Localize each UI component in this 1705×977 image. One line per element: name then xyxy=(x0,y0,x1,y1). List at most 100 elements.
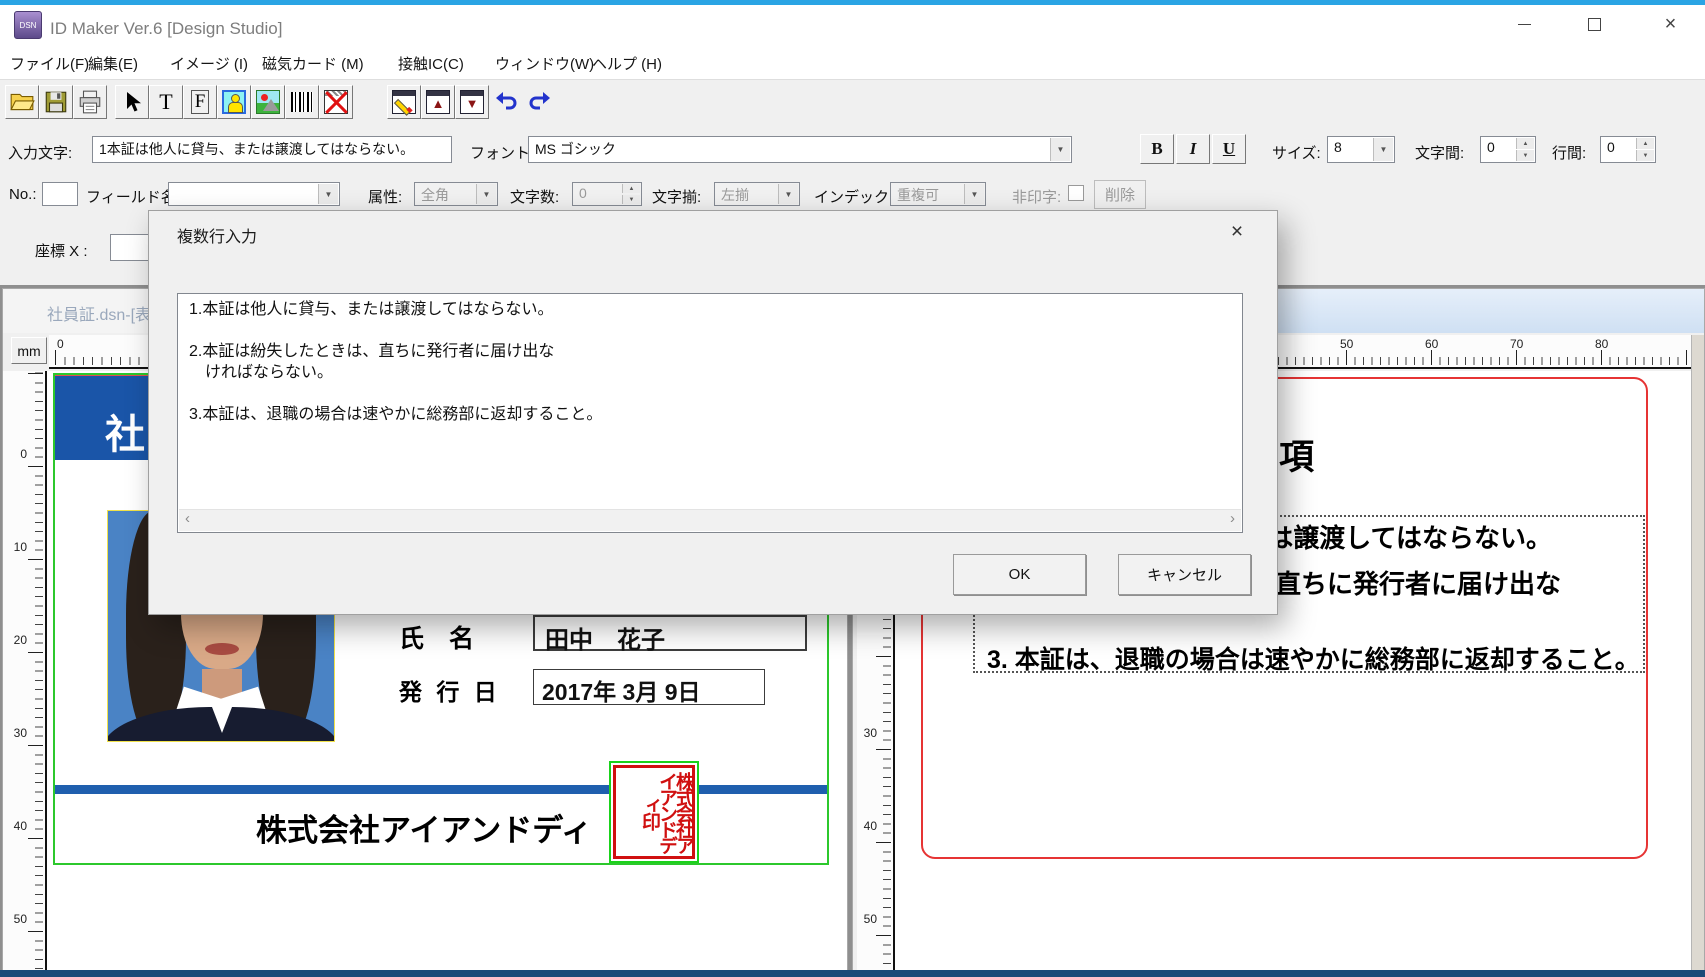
field-tool-button[interactable]: F xyxy=(183,85,217,119)
dialog-close-button[interactable]: × xyxy=(1215,215,1259,249)
spin-down-icon[interactable]: ▼ xyxy=(1516,150,1534,161)
ruler-label: 70 xyxy=(1510,337,1523,351)
multiline-input-dialog: 複数行入力 × 1.本証は他人に貸与、または譲渡してはならない。 2.本証は紛失… xyxy=(148,210,1278,615)
company-name-text[interactable]: 株式会社アイアンドディ xyxy=(256,805,592,850)
close-button[interactable]: × xyxy=(1636,5,1705,44)
spin-down-icon: ▼ xyxy=(622,195,640,204)
unit-mm-label: mm xyxy=(17,343,40,359)
image-tool-button[interactable] xyxy=(251,85,285,119)
italic-button[interactable]: I xyxy=(1176,134,1210,164)
undo-button[interactable] xyxy=(489,85,523,119)
menu-magcard[interactable]: 磁気カード (M) xyxy=(262,53,364,74)
spin-down-icon[interactable]: ▼ xyxy=(1636,150,1654,161)
cursor-icon xyxy=(120,90,144,114)
index-value: 重複可 xyxy=(897,187,939,203)
minimize-button[interactable] xyxy=(1496,5,1552,44)
scroll-right-icon[interactable]: › xyxy=(1230,510,1235,527)
char-spacing-stepper[interactable]: 0 ▲ ▼ xyxy=(1480,136,1536,163)
ruler-label: 0 xyxy=(57,337,64,351)
photo-tool-button[interactable] xyxy=(217,85,251,119)
spin-up-icon: ▲ xyxy=(622,184,640,193)
dialog-h-scrollbar[interactable]: ‹ › xyxy=(179,509,1241,531)
bold-label: B xyxy=(1151,139,1162,159)
bold-button[interactable]: B xyxy=(1140,134,1174,164)
size-combobox[interactable]: 8 ▼ xyxy=(1327,136,1395,163)
spin-up-icon[interactable]: ▲ xyxy=(1516,138,1534,149)
scroll-left-icon[interactable]: ‹ xyxy=(185,510,190,527)
bottom-edge-strip xyxy=(0,970,1705,977)
text-tool-button[interactable]: T xyxy=(149,85,183,119)
open-file-button[interactable] xyxy=(5,85,39,119)
attribute-label: 属性: xyxy=(368,186,402,207)
chevron-down-icon: ▼ xyxy=(778,184,798,204)
menu-window[interactable]: ウィンドウ(W) xyxy=(495,53,594,74)
line-spacing-stepper[interactable]: 0 ▲ ▼ xyxy=(1600,136,1656,163)
chevron-down-icon[interactable]: ▼ xyxy=(318,184,338,204)
company-seal-stamp[interactable]: 株式会社アイアンドディ印 xyxy=(609,761,699,863)
ruler-label: 0 xyxy=(20,447,27,461)
save-icon xyxy=(43,89,69,115)
load-back-button[interactable]: ▼ xyxy=(455,85,489,119)
field-tool-icon: F xyxy=(191,90,210,114)
char-count-value: 0 xyxy=(579,185,587,201)
issue-date-label[interactable]: 発 行 日 xyxy=(399,673,501,707)
ruler-label: 30 xyxy=(864,726,877,740)
app-window: DSN ID Maker Ver.6 [Design Studio] × ファイ… xyxy=(0,0,1705,977)
char-count-stepper: 0 ▲ ▼ xyxy=(572,182,642,206)
barcode-tool-button[interactable] xyxy=(285,85,319,119)
maximize-button[interactable] xyxy=(1566,5,1622,44)
menu-edit[interactable]: 編集(E) xyxy=(88,53,138,74)
ruler-label: 40 xyxy=(864,819,877,833)
undo-icon xyxy=(494,90,518,114)
print-icon xyxy=(77,89,103,115)
spin-up-icon[interactable]: ▲ xyxy=(1636,138,1654,149)
select-cursor-button[interactable] xyxy=(115,85,149,119)
print-button[interactable] xyxy=(73,85,107,119)
delete-button: 削除 xyxy=(1094,180,1146,209)
char-spacing-label: 文字間: xyxy=(1415,142,1464,163)
chevron-down-icon[interactable]: ▼ xyxy=(1373,138,1393,161)
menu-contact-ic[interactable]: 接触IC(C) xyxy=(398,53,464,74)
size-value: 8 xyxy=(1334,139,1342,155)
chevron-down-icon[interactable]: ▼ xyxy=(1050,138,1070,161)
input-text-field[interactable]: 1本証は他人に貸与、または譲渡してはならない。 xyxy=(92,136,452,163)
underline-label: U xyxy=(1223,139,1235,159)
delete-image-button[interactable] xyxy=(319,85,353,119)
ruler-label: 80 xyxy=(1595,337,1608,351)
line-spacing-label: 行間: xyxy=(1552,142,1586,163)
menu-file[interactable]: ファイル(F) xyxy=(10,53,89,74)
unit-mm-button[interactable]: mm xyxy=(11,337,47,364)
no-field[interactable] xyxy=(42,182,78,206)
ok-label: OK xyxy=(1009,566,1031,583)
ruler-label: 50 xyxy=(864,912,877,926)
ok-button[interactable]: OK xyxy=(953,554,1086,595)
photo-tool-icon xyxy=(222,90,246,114)
ruler-label: 60 xyxy=(1425,337,1438,351)
name-field-box[interactable]: 田中 花子 xyxy=(533,615,807,651)
font-combobox[interactable]: MS ゴシック ▼ xyxy=(528,136,1072,163)
field-name-combobox[interactable]: ▼ xyxy=(168,182,340,206)
align-value: 左揃 xyxy=(721,187,749,203)
ruler-label: 40 xyxy=(14,819,27,833)
save-button[interactable] xyxy=(39,85,73,119)
dialog-text: 1.本証は他人に貸与、または譲渡してはならない。 2.本証は紛失したときは、直ち… xyxy=(178,294,1242,510)
ruler-label: 50 xyxy=(1340,337,1353,351)
issue-date-box[interactable]: 2017年 3月 9日 xyxy=(533,669,765,705)
edit-window-button[interactable] xyxy=(387,85,421,119)
open-file-icon xyxy=(9,89,35,115)
close-icon: × xyxy=(1231,220,1243,244)
menu-image[interactable]: イメージ (I) xyxy=(170,53,248,74)
back-window-right-strip[interactable] xyxy=(1691,335,1704,976)
text-tool-icon: T xyxy=(159,89,172,115)
dialog-textarea[interactable]: 1.本証は他人に貸与、または譲渡してはならない。 2.本証は紛失したときは、直ち… xyxy=(177,293,1243,533)
cancel-button[interactable]: キャンセル xyxy=(1118,554,1251,595)
menu-help[interactable]: ヘルプ (H) xyxy=(592,53,662,74)
load-front-button[interactable]: ▲ xyxy=(421,85,455,119)
edit-window-icon xyxy=(392,90,416,114)
char-spacing-value: 0 xyxy=(1487,139,1495,155)
redo-button[interactable] xyxy=(523,85,557,119)
underline-button[interactable]: U xyxy=(1212,134,1246,164)
name-field-label[interactable]: 氏 名 xyxy=(399,619,474,655)
card-divider-line[interactable] xyxy=(55,785,827,794)
photo-lips xyxy=(205,643,239,655)
